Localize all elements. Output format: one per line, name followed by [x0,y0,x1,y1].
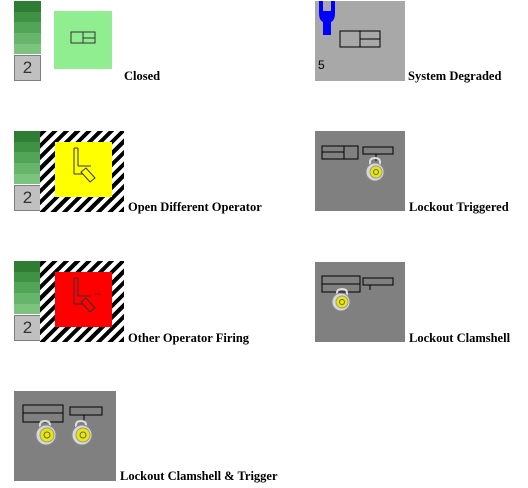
other-operator-firing-tile [55,272,112,327]
operator-count: 2 [14,315,41,341]
closed-status-tile [54,11,112,69]
operator-count: 2 [14,185,41,211]
legend-label-closed: Closed [124,69,161,83]
lockout-triggered-tile [315,131,405,211]
lockout-clamshell-tile [315,262,405,342]
padlock-icon [321,275,394,312]
legend-label-lockout-clamshell: Lockout Clamshell [409,331,511,345]
valve-closed-icon [70,31,96,44]
degraded-count: 5 [318,58,325,72]
padlock-icon [321,145,394,182]
valve-open-icon [73,147,96,183]
operator-count: 2 [14,55,41,81]
system-degraded-tile: 5 [315,1,405,81]
lockout-clamshell-trigger-tile [14,391,116,481]
padlock-icon [22,404,103,446]
legend-label-lockout-clamshell-trigger: Lockout Clamshell & Trigger [120,469,278,483]
valve-open-icon [73,277,101,313]
legend-label-system-degraded: System Degraded [408,69,502,83]
legend-label-other-operator-firing: Other Operator Firing [128,331,250,345]
wrench-icon [319,1,381,48]
operator-level-meter: 2 [14,131,41,211]
open-different-operator-tile [55,142,112,197]
legend-label-open-different-operator: Open Different Operator [128,200,262,214]
operator-level-meter: 2 [14,1,41,81]
legend-label-lockout-triggered: Lockout Triggered [409,200,509,214]
operator-level-meter: 2 [14,261,41,341]
